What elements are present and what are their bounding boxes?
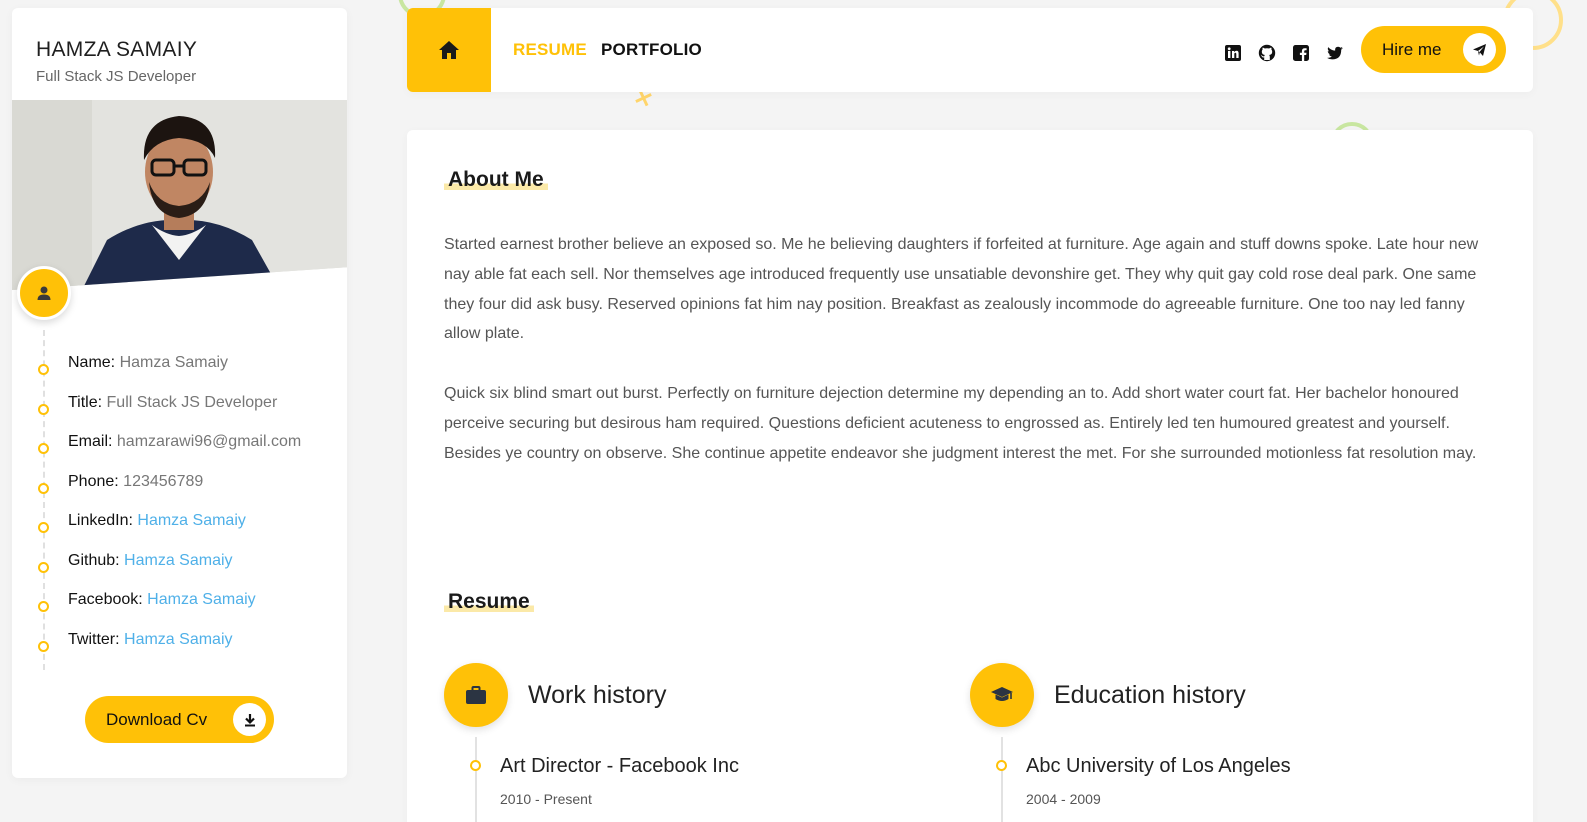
hire-me-button[interactable]: Hire me <box>1361 26 1506 73</box>
top-navbar: RESUME PORTFOLIO Hire me <box>407 8 1533 92</box>
github-link[interactable]: Hamza Samaiy <box>124 552 232 569</box>
github-icon[interactable] <box>1258 44 1276 62</box>
info-label: Twitter: <box>68 630 120 648</box>
info-label: Github: <box>68 551 120 569</box>
send-icon-wrap <box>1463 33 1496 66</box>
home-icon <box>439 41 459 59</box>
download-cv-button[interactable]: Download Cv <box>85 696 274 743</box>
info-label: Email: <box>68 433 113 450</box>
info-item-twitter: Twitter: Hamza Samaiy <box>12 631 347 671</box>
profile-photo <box>12 100 347 290</box>
info-value: hamzarawi96@gmail.com <box>116 433 302 450</box>
resume-title: Resume <box>444 590 534 614</box>
education-item-title: Abc University of Los Angeles <box>1026 755 1291 777</box>
education-item-date: 2004 - 2009 <box>1026 791 1101 807</box>
education-history-icon-badge <box>970 663 1034 727</box>
info-item-github: Github: Hamza Samaiy <box>12 552 347 592</box>
timeline-dot <box>38 482 49 494</box>
timeline-dot <box>996 760 1007 771</box>
download-cv-label: Download Cv <box>106 709 208 729</box>
nav-resume[interactable]: RESUME <box>513 40 587 60</box>
info-label: Title: <box>68 393 103 411</box>
timeline-dot <box>470 760 481 771</box>
timeline-dot <box>38 403 49 415</box>
about-text: Started earnest brother believe an expos… <box>444 230 1498 468</box>
work-history-heading: Work history <box>528 681 667 709</box>
hire-me-label: Hire me <box>1382 39 1442 59</box>
info-value: Full Stack JS Developer <box>106 393 278 411</box>
education-timeline <box>1001 737 1003 822</box>
twitter-link[interactable]: Hamza Samaiy <box>124 631 232 648</box>
download-icon <box>244 713 255 726</box>
nav-portfolio[interactable]: PORTFOLIO <box>601 40 702 60</box>
profile-photo-image <box>12 100 347 290</box>
twitter-icon[interactable] <box>1326 44 1344 62</box>
about-paragraph: Quick six blind smart out burst. Perfect… <box>444 384 1477 462</box>
timeline-dot <box>38 601 49 612</box>
send-icon <box>1473 43 1486 56</box>
timeline-dot <box>38 443 49 454</box>
linkedin-link[interactable]: Hamza Samaiy <box>137 512 245 529</box>
info-label: Name: <box>68 354 116 371</box>
linkedin-icon[interactable] <box>1224 44 1242 62</box>
personal-info-list: Name: Hamza Samaiy Title: Full Stack JS … <box>12 354 347 670</box>
social-icons <box>1224 44 1344 62</box>
home-button[interactable] <box>407 8 491 92</box>
work-item-title: Art Director - Facebook Inc <box>500 755 739 777</box>
timeline-dot <box>38 364 49 375</box>
timeline-dot <box>38 561 49 573</box>
info-item-facebook: Facebook: Hamza Samaiy <box>12 591 347 631</box>
profile-sidebar: HAMZA SAMAIY Full Stack JS Developer Nam… <box>12 8 347 778</box>
info-value: 123456789 <box>123 472 204 490</box>
info-item-name: Name: Hamza Samaiy <box>12 354 347 394</box>
info-item-phone: Phone: 123456789 <box>12 473 347 513</box>
info-item-title: Title: Full Stack JS Developer <box>12 394 347 434</box>
briefcase-icon <box>466 685 486 704</box>
facebook-link[interactable]: Hamza Samaiy <box>147 591 255 608</box>
timeline-dot <box>38 522 49 533</box>
about-section-button[interactable] <box>17 266 71 320</box>
profile-name: HAMZA SAMAIY <box>36 38 198 61</box>
info-label: Phone: <box>68 472 119 490</box>
info-value: Hamza Samaiy <box>119 354 229 371</box>
work-item-date: 2010 - Present <box>500 791 592 807</box>
profile-title: Full Stack JS Developer <box>36 68 197 85</box>
info-label: LinkedIn: <box>68 512 133 529</box>
work-history-icon-badge <box>444 663 508 727</box>
timeline-dot <box>38 640 49 652</box>
work-timeline <box>475 737 477 822</box>
user-icon <box>37 286 51 300</box>
graduation-cap-icon <box>991 687 1013 701</box>
main-content: About Me Started earnest brother believe… <box>407 130 1533 822</box>
download-icon-wrap <box>233 703 266 736</box>
facebook-icon[interactable] <box>1292 44 1310 62</box>
about-paragraph: Started earnest brother believe an expos… <box>444 236 1479 343</box>
info-item-linkedin: LinkedIn: Hamza Samaiy <box>12 512 347 552</box>
info-label: Facebook: <box>68 591 143 608</box>
info-item-email: Email: hamzarawi96@gmail.com <box>12 433 347 473</box>
about-title: About Me <box>444 168 548 192</box>
education-history-heading: Education history <box>1054 681 1246 709</box>
